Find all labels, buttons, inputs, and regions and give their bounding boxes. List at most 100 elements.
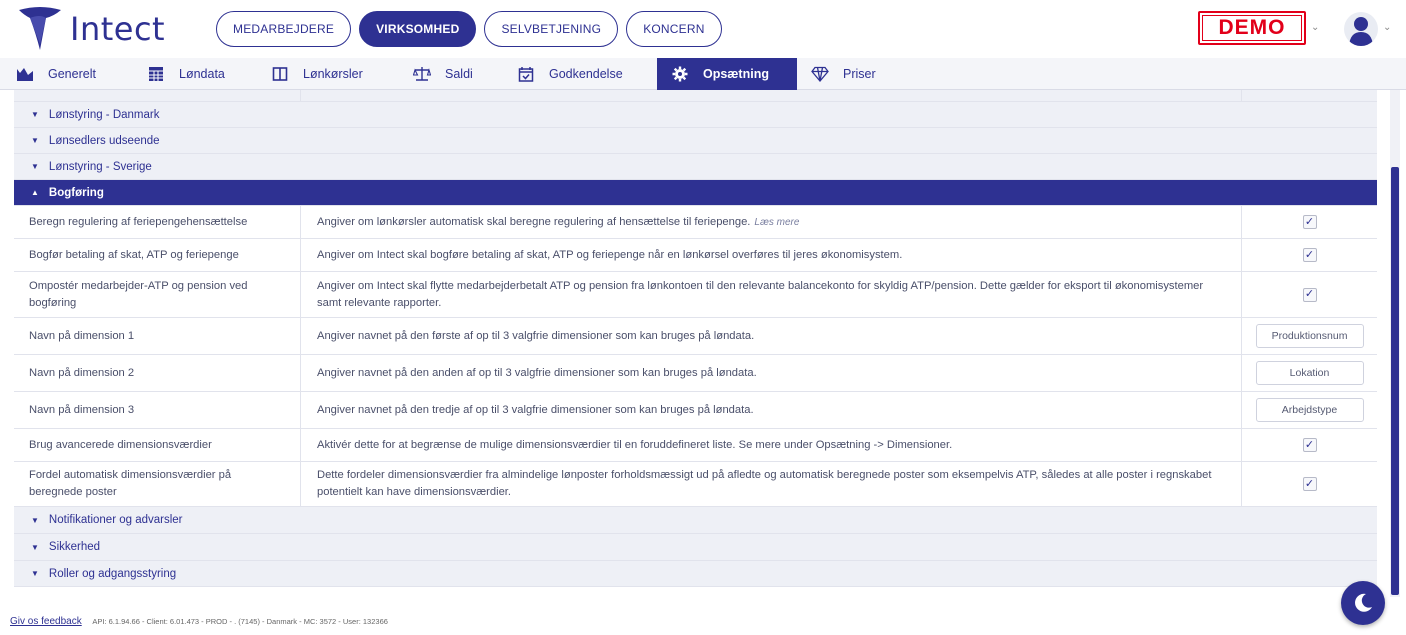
section-notifikationer[interactable]: ▼ Notifikationer og advarsler (14, 507, 1377, 534)
setting-value-cell: Lokation (1241, 355, 1377, 391)
expand-triangle-icon: ▼ (31, 515, 39, 525)
section-sikkerhed[interactable]: ▼ Sikkerhed (14, 534, 1377, 561)
setting-checkbox[interactable]: ✓ (1302, 287, 1317, 302)
setting-name: Bogfør betaling af skat, ATP og feriepen… (29, 248, 239, 261)
setting-value-cell: Produktionsnum (1241, 318, 1377, 354)
dimension-3-input[interactable]: Arbejdstype (1255, 398, 1364, 422)
setting-name: Navn på dimension 2 (29, 366, 135, 379)
feedback-link[interactable]: Giv os feedback (10, 616, 82, 627)
top-nav: MEDARBEJDERE VIRKSOMHED SELVBETJENING KO… (216, 11, 722, 47)
check-icon: ✓ (1304, 215, 1315, 228)
setting-description: Angiver navnet på den tredje af op til 3… (300, 392, 1225, 428)
logo-text: Intect (70, 10, 166, 48)
nav-medarbejdere[interactable]: MEDARBEJDERE (216, 11, 352, 47)
expand-triangle-icon: ▼ (31, 569, 39, 578)
tab-opsaetning[interactable]: Opsætning (657, 58, 797, 90)
setting-value-cell: ✓ (1241, 462, 1377, 506)
setting-name: Navn på dimension 1 (29, 329, 135, 342)
section-label: Roller og adgangsstyring (48, 567, 177, 580)
setting-checkbox[interactable]: ✓ (1302, 438, 1317, 452)
tab-lonkorsler[interactable]: Lønkørsler (271, 58, 401, 90)
section-lonsedlers-udseende[interactable]: ▼ Lønsedlers udseende (14, 128, 1377, 154)
setting-description: Aktivér dette for at begrænse de mulige … (300, 429, 1225, 461)
setting-value-cell: ✓ (1241, 239, 1377, 271)
chevron-down-icon[interactable]: ⌄ (1311, 22, 1319, 33)
tab-label: Priser (843, 67, 876, 81)
tab-generelt[interactable]: Generelt (16, 58, 126, 90)
section-label: Lønstyring - Sverige (48, 160, 152, 173)
book-icon (271, 65, 289, 83)
dimension-1-input[interactable]: Produktionsnum (1255, 324, 1364, 348)
tab-londata[interactable]: Løndata (147, 58, 257, 90)
setting-name: Fordel automatisk dimensionsværdier på b… (29, 469, 232, 498)
scrollbar-thumb[interactable] (1391, 167, 1399, 595)
setting-row: Bogfør betaling af skat, ATP og feriepen… (14, 239, 1377, 272)
setting-row: Brug avancerede dimensionsværdier Aktivé… (14, 429, 1377, 462)
chart-icon (16, 65, 34, 83)
tab-bar: Generelt Løndata Lønkørsler Saldi Godken… (0, 58, 1406, 90)
section-lonstyring-sverige[interactable]: ▼ Lønstyring - Sverige (14, 154, 1377, 180)
tab-priser[interactable]: Priser (811, 58, 901, 90)
tab-label: Opsætning (703, 67, 769, 81)
setting-name: Navn på dimension 3 (29, 403, 135, 416)
settings-panel: ▼ Lønstyring - Danmark ▼ Lønsedlers udse… (14, 90, 1377, 587)
section-roller[interactable]: ▼ Roller og adgangsstyring (14, 561, 1377, 587)
footer: Giv os feedback API: 6.1.94.66 - Client:… (10, 616, 388, 627)
check-icon: ✓ (1304, 477, 1315, 490)
setting-value-cell: ✓ (1241, 272, 1377, 317)
section-label: Sikkerhed (48, 541, 101, 553)
setting-description-cell: Angiver om lønkørsler automatisk skal be… (300, 206, 1225, 238)
scale-icon (413, 65, 431, 83)
section-lonstyring-danmark[interactable]: ▼ Lønstyring - Danmark (14, 102, 1377, 128)
check-icon: ✓ (1304, 248, 1315, 261)
diamond-icon (811, 65, 829, 83)
setting-checkbox[interactable]: ✓ (1302, 477, 1317, 491)
expand-triangle-icon: ▼ (31, 162, 39, 171)
setting-description: Dette fordeler dimensionsværdier fra alm… (300, 462, 1225, 506)
setting-row: Beregn regulering af feriepengehensættel… (14, 206, 1377, 239)
setting-description: Angiver om Intect skal flytte medarbejde… (300, 272, 1225, 317)
nav-koncern[interactable]: KONCERN (626, 11, 722, 47)
collapse-triangle-icon: ▲ (31, 188, 39, 197)
tab-godkendelse[interactable]: Godkendelse (517, 58, 652, 90)
calendar-check-icon (517, 65, 535, 83)
tab-label: Løndata (179, 67, 225, 81)
section-label: Notifikationer og advarsler (48, 514, 183, 526)
expand-triangle-icon: ▼ (31, 110, 39, 119)
tab-label: Lønkørsler (303, 67, 363, 81)
dark-mode-button[interactable] (1341, 581, 1385, 625)
tab-label: Godkendelse (549, 67, 623, 81)
user-icon (1349, 17, 1373, 46)
user-menu-chevron-icon[interactable]: ⌄ (1383, 22, 1391, 33)
table-icon (147, 65, 165, 83)
section-bogforing[interactable]: ▲ Bogføring (14, 180, 1377, 206)
nav-virksomhed[interactable]: VIRKSOMHED (359, 11, 477, 47)
expand-triangle-icon: ▼ (31, 136, 39, 145)
setting-checkbox[interactable]: ✓ (1302, 248, 1317, 262)
avatar[interactable] (1344, 12, 1378, 46)
section-label: Lønstyring - Danmark (48, 108, 160, 121)
check-icon: ✓ (1304, 438, 1315, 451)
moon-icon (1355, 593, 1372, 612)
dimension-2-input[interactable]: Lokation (1255, 361, 1364, 385)
setting-name: Ompostér medarbejder-ATP og pension ved … (29, 279, 248, 309)
setting-name: Beregn regulering af feriepengehensættel… (29, 215, 248, 228)
intect-logo-icon (19, 7, 61, 50)
setting-checkbox[interactable]: ✓ (1302, 215, 1317, 229)
setting-description: Angiver om Intect skal bogføre betaling … (300, 239, 1225, 271)
logo[interactable]: Intect (16, 4, 165, 54)
setting-row: Fordel automatisk dimensionsværdier på b… (14, 462, 1377, 507)
setting-value-cell: Arbejdstype (1241, 392, 1377, 428)
tab-label: Generelt (48, 67, 96, 81)
tab-label: Saldi (445, 67, 473, 81)
table-top-strip (14, 90, 1377, 102)
tab-saldi[interactable]: Saldi (413, 58, 503, 90)
demo-badge[interactable]: DEMO (1198, 11, 1306, 45)
setting-description: Angiver navnet på den første af op til 3… (300, 318, 1225, 354)
setting-row: Navn på dimension 3 Angiver navnet på de… (14, 392, 1377, 429)
nav-selvbetjening[interactable]: SELVBETJENING (484, 11, 619, 47)
demo-badge-border (1202, 15, 1302, 41)
setting-row: Navn på dimension 2 Angiver navnet på de… (14, 355, 1377, 392)
section-label: Lønsedlers udseende (48, 134, 160, 147)
read-more-link[interactable]: Læs mere (754, 214, 799, 231)
